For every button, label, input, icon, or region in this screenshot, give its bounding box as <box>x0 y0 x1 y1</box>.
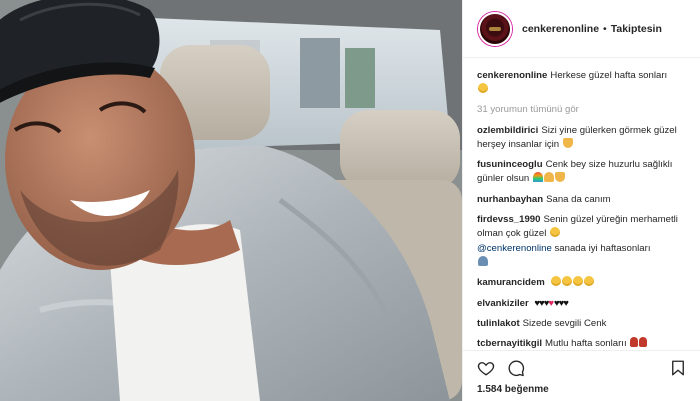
rainbow-emoji-icon <box>532 172 543 183</box>
list-item: fusuninceoglu Cenk bey size huzurlu sağlı… <box>477 158 687 187</box>
comment-username[interactable]: elvankiziler <box>477 298 529 309</box>
comment-mention[interactable]: @cenkerenonline <box>477 243 552 254</box>
caption: cenkerenonline Herkese güzel hafta sonlar… <box>477 69 687 98</box>
speech-bubble-icon[interactable] <box>507 359 525 377</box>
avatar[interactable] <box>478 11 512 46</box>
black-heart-emoji-icon: ♥♥♥ <box>534 297 549 309</box>
hand-emoji-icon <box>554 172 565 183</box>
caption-text: Herkese güzel hafta sonları <box>550 70 668 81</box>
smile-emoji-icon <box>562 276 573 287</box>
smile-emoji-icon <box>573 276 584 287</box>
list-item: kamurancidem <box>477 276 687 290</box>
smile-emoji-icon <box>550 227 560 238</box>
comment-text: Sana da canım <box>546 193 611 205</box>
comment-text-continued: sanada iyi haftasonları <box>554 242 651 254</box>
comment-text: Sizede sevgili Cenk <box>522 317 607 329</box>
list-item: tulinlakot Sizede sevgili Cenk <box>477 317 687 331</box>
post-actions: 1.584 beğenme <box>463 350 700 401</box>
post-photo[interactable] <box>0 0 462 401</box>
comment-username[interactable]: fusuninceoglu <box>477 159 543 170</box>
view-all-comments-link[interactable]: 31 yorumun tümünü gör <box>477 104 687 115</box>
comment-username[interactable]: tcbernayitikgil <box>477 338 542 349</box>
header-separator: • <box>603 22 607 35</box>
list-item: elvankiziler ♥♥♥♥♥♥♥ <box>477 297 687 311</box>
follow-status[interactable]: Takiptesin <box>611 23 662 35</box>
heart-outline-icon[interactable] <box>477 359 495 377</box>
post-header: cenkerenonline • Takiptesin <box>463 0 700 58</box>
comment-text: Mutlu hafta sonlarıı <box>545 338 627 350</box>
smile-emoji-icon <box>478 83 488 94</box>
comment-username[interactable]: kamurancidem <box>477 277 545 288</box>
list-item: nurhanbayhan Sana da canım <box>477 193 687 207</box>
list-item: ozlembildirici Sizi yine gülerken görmek … <box>477 124 687 153</box>
dancer-emoji-icon <box>639 337 648 348</box>
smile-emoji-icon <box>551 276 562 287</box>
likes-count[interactable]: 1.584 beğenme <box>477 384 687 395</box>
comment-username[interactable]: tulinlakot <box>477 318 520 329</box>
comment-username[interactable]: ozlembildirici <box>477 125 538 136</box>
bookmark-icon[interactable] <box>669 359 687 377</box>
pray-emoji-icon <box>543 172 554 183</box>
comments-list: cenkerenonline Herkese güzel hafta sonlar… <box>463 58 700 350</box>
black-heart-emoji-icon: ♥♥♥ <box>553 297 569 309</box>
action-row <box>477 359 687 377</box>
header-username[interactable]: cenkerenonline <box>522 23 599 35</box>
comment-username[interactable]: nurhanbayhan <box>477 194 543 205</box>
comment-username[interactable]: firdevss_1990 <box>477 214 540 225</box>
smile-emoji-icon <box>584 276 595 287</box>
person-emoji-icon <box>478 255 488 266</box>
caption-username[interactable]: cenkerenonline <box>477 70 547 81</box>
list-item: tcbernayitikgil Mutlu hafta sonlarıı <box>477 337 687 350</box>
thumbs-up-emoji-icon <box>562 137 573 148</box>
post-side-panel: cenkerenonline • Takiptesin cenkerenonli… <box>462 0 700 401</box>
dancer-emoji-icon <box>630 337 639 348</box>
list-item: firdevss_1990 Senin güzel yüreğin merhame… <box>477 213 687 270</box>
selfie-image <box>0 0 462 401</box>
